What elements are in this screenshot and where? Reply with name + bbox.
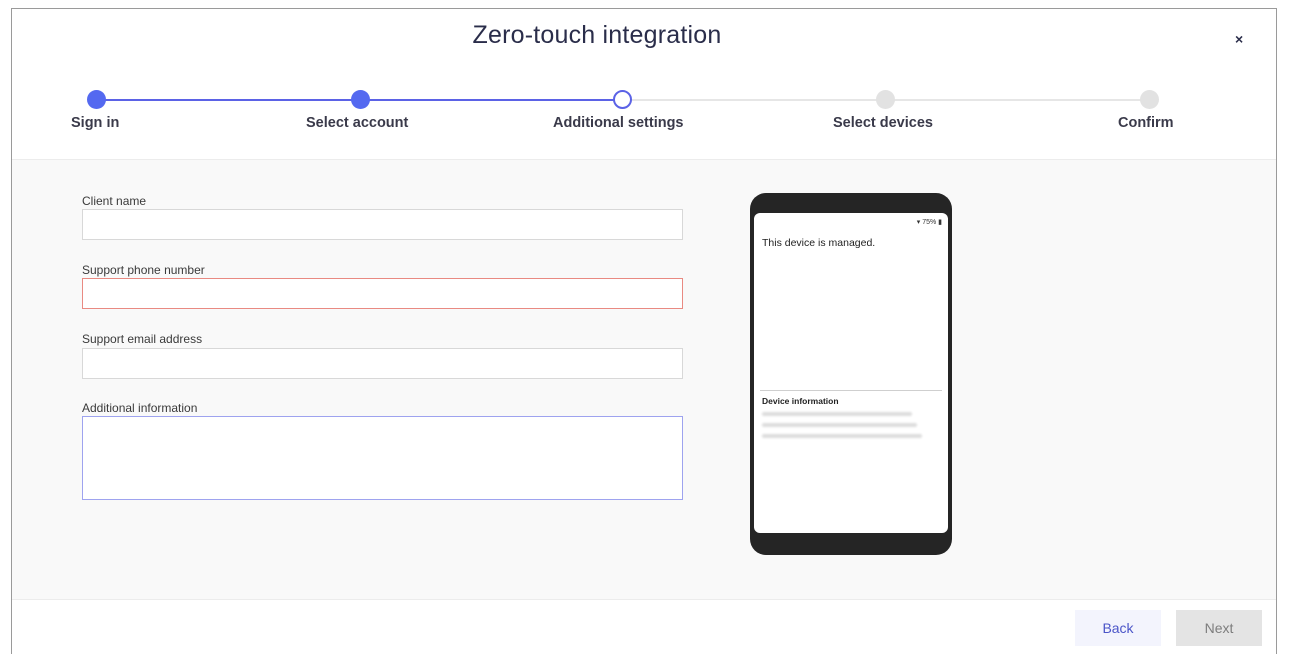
device-screen: ▾ 75% ▮ This device is managed. Device i… [754, 213, 948, 533]
stepper: Sign in Select account Additional settin… [12, 89, 1276, 159]
status-bar: ▾ 75% ▮ [916, 219, 942, 226]
additional-info-textarea[interactable] [82, 416, 683, 500]
close-icon[interactable]: × [1235, 31, 1243, 47]
step-select-devices-label: Select devices [833, 115, 933, 131]
client-name-label: Client name [82, 194, 147, 208]
support-phone-field[interactable] [82, 278, 683, 309]
managed-message: This device is managed. [762, 237, 876, 249]
step-confirm-dot [1140, 90, 1159, 109]
dialog-title: Zero-touch integration [472, 21, 722, 49]
dialog-footer: Back Next [12, 599, 1276, 654]
step-select-devices-dot [876, 90, 895, 109]
step-confirm-label: Confirm [1118, 115, 1174, 131]
additional-info-label: Additional information [82, 401, 198, 415]
device-preview: ▾ 75% ▮ This device is managed. Device i… [750, 193, 952, 555]
blurred-text-line [762, 423, 917, 427]
blurred-text-line [762, 434, 922, 438]
step-additional-settings-dot [613, 90, 632, 109]
screen-divider [760, 390, 942, 391]
support-phone-label: Support phone number [82, 263, 205, 277]
back-button[interactable]: Back [1075, 610, 1161, 646]
next-button[interactable]: Next [1176, 610, 1262, 646]
step-sign-in-dot [87, 90, 106, 109]
dialog: Zero-touch integration × Sign in Select … [11, 8, 1277, 654]
settings-panel: Client name Support phone number Support… [12, 159, 1276, 599]
support-email-label: Support email address [82, 332, 203, 346]
step-select-account-dot [351, 90, 370, 109]
client-name-field[interactable] [82, 209, 683, 240]
support-email-field[interactable] [82, 348, 683, 379]
device-info-heading: Device information [762, 396, 839, 406]
step-sign-in-label: Sign in [71, 115, 120, 131]
blurred-text-line [762, 412, 912, 416]
step-select-account-label: Select account [306, 115, 409, 131]
step-additional-settings-label: Additional settings [553, 115, 684, 131]
